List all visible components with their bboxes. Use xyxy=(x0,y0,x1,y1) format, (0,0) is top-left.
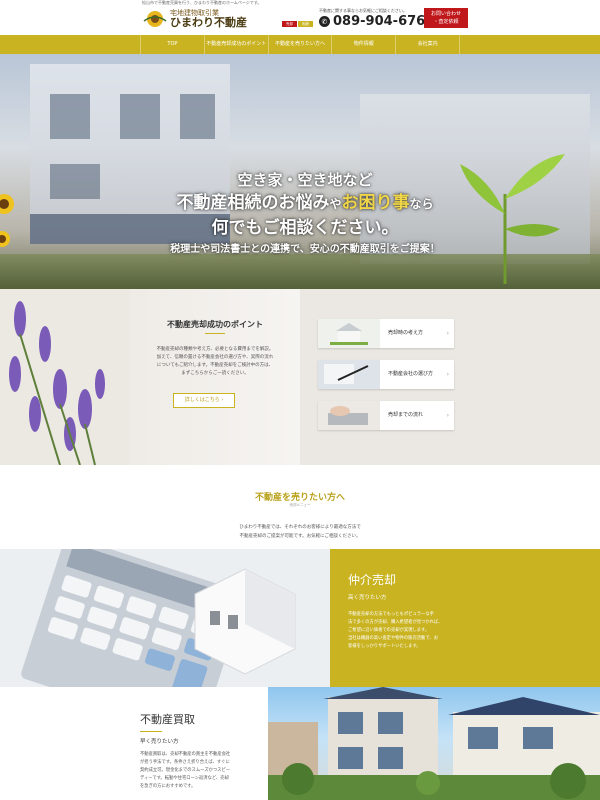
sell-section: 不動産を売りたい方へ 売却メニュー ひまわり不動産では、それぞれのお客様により最… xyxy=(0,465,600,549)
laptop-image xyxy=(318,401,380,430)
tile-label: 売却時の考え方 xyxy=(388,330,424,336)
hero-line-2d: なら xyxy=(409,197,434,211)
points-body: 不動産売却の種類や考え方、必要となる費用までを解説。 加えて、信頼の置ける不動産… xyxy=(156,347,274,376)
points-section: 不動産売却成功のポイント 不動産売却の種類や考え方、必要となる費用までを解説。 … xyxy=(0,289,600,466)
tile-company-choice[interactable]: 不動産会社の選び方 › xyxy=(318,360,454,389)
badge-sell: 売却 xyxy=(282,21,297,27)
hero-line-3: 何でもご相談ください。 xyxy=(211,218,399,238)
phone-icon: ✆ xyxy=(319,16,330,27)
global-nav: TOP 不動産売却成功のポイント 不動産を売りたい方へ 物件情報 会社案内 xyxy=(0,35,600,54)
hero-line-2a: 不動産相続のお悩み xyxy=(176,193,330,213)
phone-number[interactable]: ✆ 089-904-6760 xyxy=(319,14,434,29)
hero-line-1: 空き家・空き地など xyxy=(237,171,373,189)
contact-button-line2: ・査定依頼 xyxy=(433,19,459,25)
brokerage-title: 仲介売却 xyxy=(348,573,397,587)
purchase-section: 不動産買取 早く売りたい方 不動産買取は、売却不動産の買主を不動産会社 が担う手… xyxy=(0,687,600,800)
hero-headline: 空き家・空き地など 不動産相続のお悩みやお困り事なら 何でもご相談ください。 税… xyxy=(140,169,470,258)
houses-photo xyxy=(268,687,600,800)
hero-line-2: 不動産相続のお悩みやお困り事なら xyxy=(140,191,470,216)
house-model-image xyxy=(318,319,380,348)
chevron-right-icon: › xyxy=(446,330,449,337)
sell-title: 不動産を売りたい方へ xyxy=(254,493,345,503)
header-tagline: 松山市で不動産売買を行う、ひまわり不動産のホームページです。 xyxy=(142,0,262,5)
purchase-subtitle: 早く売りたい方 xyxy=(140,739,179,745)
nav-item-properties[interactable]: 物件情報 xyxy=(331,35,395,54)
brokerage-panel: 仲介売却 高く売りたい方 不動産売却の方法でもっともポピュラーな手 法で多くの方… xyxy=(330,549,600,687)
points-detail-button[interactable]: 詳しくはこちら › xyxy=(173,393,235,408)
brokerage-section: 仲介売却 高く売りたい方 不動産売却の方法でもっともポピュラーな手 法で多くの方… xyxy=(0,549,600,687)
title-underline xyxy=(140,731,162,732)
contact-button[interactable]: お問い合わせ ・査定依頼 xyxy=(424,8,468,28)
nav-item-points[interactable]: 不動産売却成功のポイント xyxy=(203,35,268,54)
lavender-image xyxy=(0,289,130,466)
hero-line-2b: や xyxy=(329,197,342,211)
phone-number-text: 089-904-6760 xyxy=(333,14,435,29)
hero-line-4: 税理士や司法書士との連携で、安心の不動産取引をご提案！ xyxy=(170,244,440,255)
nav-item-company[interactable]: 会社案内 xyxy=(395,35,460,54)
purchase-title: 不動産買取 xyxy=(140,713,195,726)
brokerage-subtitle: 高く売りたい方 xyxy=(348,595,387,601)
site-logo[interactable]: 宅地建物取引業 ひまわり不動産 xyxy=(142,8,272,30)
badge-inherit: 相続 xyxy=(298,21,313,27)
purchase-body: 不動産買取は、売却不動産の買主を不動産会社 が担う手法です。条件さえ折り合えば、… xyxy=(140,752,231,789)
nav-item-sell[interactable]: 不動産を売りたい方へ xyxy=(267,35,332,54)
nav-item-top[interactable]: TOP xyxy=(140,35,204,54)
chevron-right-icon: › xyxy=(446,412,449,419)
points-title: 不動産売却成功のポイント xyxy=(167,319,263,329)
hero-line-2c: お困り事 xyxy=(341,193,410,213)
tile-label: 不動産会社の選び方 xyxy=(388,371,434,377)
sunflower-logo-icon xyxy=(142,9,168,29)
sunflower-icon xyxy=(0,184,18,274)
title-underline xyxy=(205,333,225,334)
tile-sale-flow[interactable]: 売却までの流れ › xyxy=(318,401,454,430)
header: 松山市で不動産売買を行う、ひまわり不動産のホームページです。 宅地建物取引業 ひ… xyxy=(0,0,600,46)
chevron-right-icon: › xyxy=(446,371,449,378)
contact-button-line1: お問い合わせ xyxy=(430,11,461,17)
brokerage-body: 不動産売却の方法でもっともポピュラーな手 法で多くの方が売却、購入希望者が見つか… xyxy=(348,612,443,649)
documents-image xyxy=(318,360,380,389)
tile-sale-thinking[interactable]: 売却時の考え方 › xyxy=(318,319,454,348)
sell-subtitle: 売却メニュー xyxy=(289,503,311,507)
hero-banner: 空き家・空き地など 不動産相続のお悩みやお困り事なら 何でもご相談ください。 税… xyxy=(0,54,600,289)
tile-label: 売却までの流れ xyxy=(388,412,424,418)
sell-body: ひまわり不動産では、それぞれのお客様により最適な方法で 不動産売却のご提案が可能… xyxy=(239,525,361,539)
logo-title: ひまわり不動産 xyxy=(170,16,247,29)
calculator-image xyxy=(0,549,330,687)
points-menu: 売却時の考え方 › 不動産会社の選び方 › 売却までの流れ › xyxy=(300,289,600,465)
